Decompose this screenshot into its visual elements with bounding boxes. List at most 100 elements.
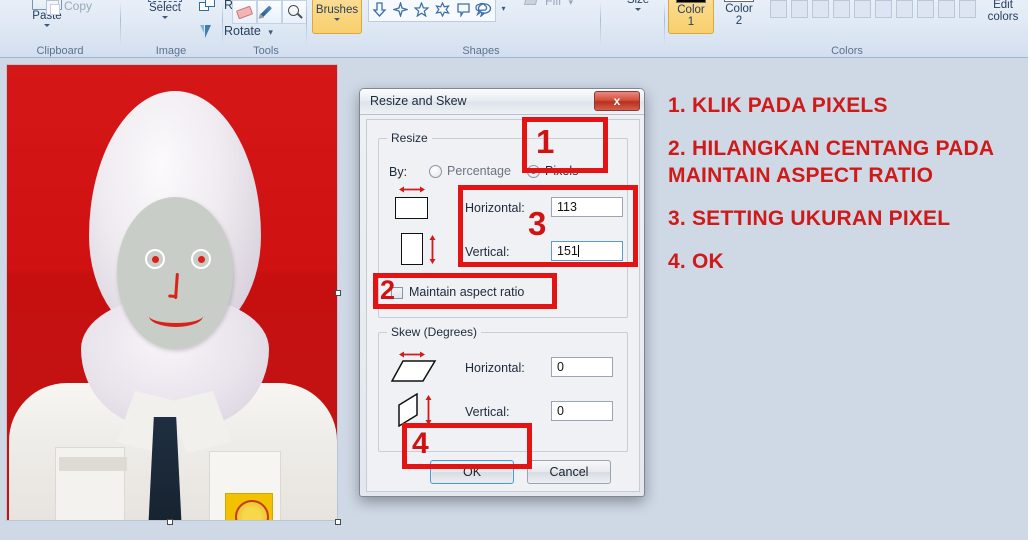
chevron-down-icon[interactable] xyxy=(334,18,340,21)
palette-row-custom xyxy=(768,0,978,20)
color-2-swatch xyxy=(724,0,754,2)
color-1-index: 1 xyxy=(687,16,695,28)
eraser-icon[interactable] xyxy=(232,0,257,24)
expand-gallery-icon[interactable]: ▾ xyxy=(497,0,510,20)
swatch-empty xyxy=(812,0,829,18)
palette-custom-slot-7[interactable] xyxy=(894,0,915,20)
swatch-empty xyxy=(770,0,787,18)
color-2-button[interactable]: Color 2 xyxy=(716,0,762,34)
percentage-radio[interactable] xyxy=(429,165,442,178)
brushes-button[interactable]: Brushes xyxy=(312,0,362,34)
select-button[interactable]: Select xyxy=(136,0,194,19)
chevron-down-icon[interactable] xyxy=(635,8,641,11)
drawn-eye-left xyxy=(145,249,165,269)
divider xyxy=(600,3,601,45)
resize-handle-bottom[interactable] xyxy=(167,519,173,525)
dialog-title: Resize and Skew xyxy=(370,94,467,108)
fill-label: Fill xyxy=(545,0,561,8)
ribbon-group-clipboard: Paste Copy Clipboard xyxy=(0,0,120,57)
skew-horizontal-icon xyxy=(391,360,437,382)
annotation-marker-4: 4 xyxy=(412,427,429,460)
ribbon-toolbar: Paste Copy Clipboard Image Select Resize… xyxy=(0,0,1028,58)
group-label-shapes: Shapes xyxy=(462,45,500,57)
brush-icon xyxy=(324,0,350,3)
copy-icon xyxy=(46,0,60,15)
skew-horizontal-label: Horizontal: xyxy=(465,361,525,375)
color-picker-icon[interactable] xyxy=(257,0,282,24)
instruction-step-1: 1. KLIK PADA PIXELS xyxy=(668,94,888,117)
size-button[interactable]: Size xyxy=(614,0,662,11)
palette-custom-slot-2[interactable] xyxy=(789,0,810,20)
horizontal-arrow-icon xyxy=(399,186,425,193)
copy-button[interactable]: Copy xyxy=(46,0,114,15)
canvas-area[interactable] xyxy=(0,58,345,534)
size-label: Size xyxy=(626,0,650,6)
horizontal-size-icon xyxy=(395,197,428,219)
edit-colors-label-2: colors xyxy=(987,11,1019,23)
tools-grid: A xyxy=(232,0,308,24)
palette-custom-slot-4[interactable] xyxy=(831,0,852,20)
color-1-label: Color xyxy=(677,4,705,16)
group-label-clipboard: Clipboard xyxy=(36,45,84,57)
rotate-icon xyxy=(200,25,215,39)
swatch-empty xyxy=(917,0,934,18)
edit-colors-label-1: Edit xyxy=(993,0,1013,11)
annotation-box-2 xyxy=(373,273,557,309)
brushes-label: Brushes xyxy=(315,4,359,16)
annotation-marker-1: 1 xyxy=(536,123,555,160)
fill-bucket-icon xyxy=(523,0,540,8)
skew-horizontal-input[interactable]: 0 xyxy=(551,357,613,377)
group-label-image: Image xyxy=(155,45,187,57)
resize-icon xyxy=(199,0,217,13)
shapes-gallery-extra2 xyxy=(470,0,491,20)
swatch-empty xyxy=(791,0,808,18)
swatch-empty xyxy=(959,0,976,18)
drawn-nose xyxy=(174,272,179,300)
chevron-down-icon[interactable] xyxy=(162,16,168,19)
cancel-button[interactable]: Cancel xyxy=(527,460,611,484)
color-2-label: Color xyxy=(725,3,753,15)
palette-custom-slot-1[interactable] xyxy=(768,0,789,20)
resize-handle-right[interactable] xyxy=(335,290,341,296)
palette-custom-slot-6[interactable] xyxy=(873,0,894,20)
skew-vertical-label: Vertical: xyxy=(465,405,510,419)
copy-label: Copy xyxy=(64,0,93,13)
vertical-arrow-icon xyxy=(429,235,436,264)
photo-nametag xyxy=(59,457,127,471)
color-1-button[interactable]: Color 1 xyxy=(668,0,714,34)
four-point-star-shape[interactable] xyxy=(390,0,411,21)
swatch-empty xyxy=(875,0,892,18)
swatch-empty xyxy=(938,0,955,18)
resize-legend: Resize xyxy=(387,131,432,145)
magnifier-icon[interactable] xyxy=(282,0,307,24)
drawn-eye-right xyxy=(191,249,211,269)
color-palette[interactable] xyxy=(768,0,978,20)
skew-vertical-input[interactable]: 0 xyxy=(551,401,613,421)
photo-badge xyxy=(225,493,273,520)
divider xyxy=(306,3,307,45)
palette-custom-slot-10[interactable] xyxy=(957,0,978,20)
palette-custom-slot-3[interactable] xyxy=(810,0,831,20)
color-2-index: 2 xyxy=(735,15,743,27)
resize-handle-corner[interactable] xyxy=(335,519,341,525)
chevron-down-icon[interactable] xyxy=(44,24,50,27)
palette-custom-slot-5[interactable] xyxy=(852,0,873,20)
cloud-callout-shape[interactable] xyxy=(470,0,491,20)
skew-legend: Skew (Degrees) xyxy=(387,325,482,339)
image-canvas[interactable] xyxy=(6,64,338,521)
fill-dropdown-button[interactable]: Fill ▾ xyxy=(523,0,593,8)
down-arrow-shape[interactable] xyxy=(369,0,390,21)
edit-colors-button[interactable]: Edit colors xyxy=(980,0,1026,23)
by-label: By: xyxy=(389,165,408,179)
instruction-step-2: 2. HILANGKAN CENTANG PADA MAINTAIN ASPEC… xyxy=(668,137,994,187)
vertical-size-icon xyxy=(401,233,423,265)
chevron-down-icon[interactable]: ▾ xyxy=(568,0,573,7)
shapes-scrollbar[interactable]: ▾ ▾ xyxy=(497,0,510,22)
instruction-step-3: 3. SETTING UKURAN PIXEL xyxy=(668,207,951,230)
dialog-titlebar[interactable]: Resize and Skew x xyxy=(360,89,644,115)
six-point-star-shape[interactable] xyxy=(432,0,453,21)
palette-custom-slot-9[interactable] xyxy=(936,0,957,20)
close-icon[interactable]: x xyxy=(594,91,640,111)
palette-custom-slot-8[interactable] xyxy=(915,0,936,20)
five-point-star-shape[interactable] xyxy=(411,0,432,21)
